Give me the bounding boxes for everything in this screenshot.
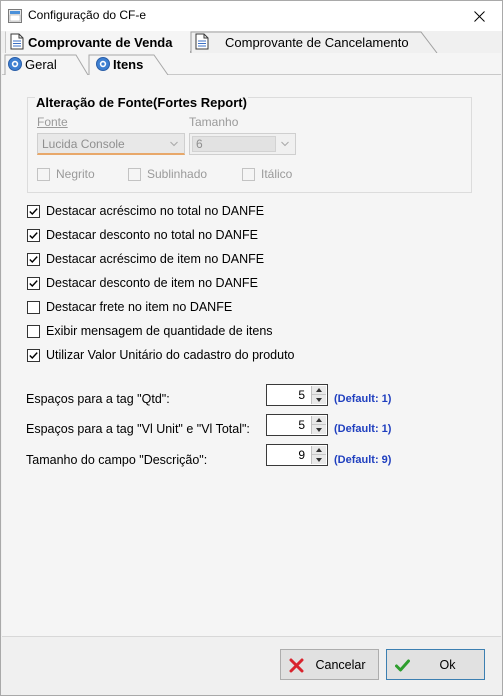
checkbox-box [37,167,50,181]
sublinhado-label: Sublinhado [147,167,208,181]
check-icon [29,231,38,239]
italico-checkbox[interactable]: Itálico [242,167,292,181]
tab-comprovante-cancelamento[interactable]: Comprovante de Cancelamento [191,31,437,53]
option-label: Exibir mensagem de quantidade de itens [46,324,273,338]
italico-label: Itálico [261,167,293,181]
close-button[interactable] [456,1,502,31]
option-destacar-acrescimo-total[interactable]: Destacar acréscimo no total no DANFE [27,204,264,218]
itens-panel: Alteração de Fonte(Fortes Report) Fonte … [2,75,501,637]
ok-label: Ok [439,657,456,672]
cancel-label: Cancelar [315,657,366,672]
arrow-down-icon [316,457,322,462]
option-destacar-acrescimo-item[interactable]: Destacar acréscimo de item no DANFE [27,252,264,266]
subtab-label: Itens [113,57,144,72]
subtab-geral[interactable]: Geral [4,54,86,75]
ok-button[interactable]: Ok [386,649,485,680]
negrito-checkbox[interactable]: Negrito [37,167,95,181]
spinner-buttons [311,446,326,464]
option-destacar-desconto-total[interactable]: Destacar desconto no total no DANFE [27,228,258,242]
option-label: Destacar frete no item no DANFE [46,300,233,314]
negrito-label: Negrito [56,167,95,181]
check-icon [29,279,38,287]
cancel-button[interactable]: Cancelar [280,649,379,680]
tab-comprovante-venda[interactable]: Comprovante de Venda [6,31,190,53]
check-icon [29,255,38,263]
subtab-label: Geral [25,57,57,72]
checkbox-box [27,228,40,242]
qtd-spinner[interactable]: 5 [266,384,328,406]
checkbox-box [27,276,40,290]
option-exibir-mensagem-quantidade[interactable]: Exibir mensagem de quantidade de itens [27,324,273,338]
option-destacar-desconto-item[interactable]: Destacar desconto de item no DANFE [27,276,258,290]
option-utilizar-valor-unitario[interactable]: Utilizar Valor Unitário do cadastro do p… [27,348,295,362]
spinner-buttons [311,386,326,404]
option-destacar-frete-item[interactable]: Destacar frete no item no DANFE [27,300,232,314]
fonte-select[interactable]: Lucida Console [37,133,185,155]
tamanho-select[interactable]: 6 [189,133,296,155]
arrow-down-icon [316,427,322,432]
spin-label-vl-unit: Espaços para a tag "Vl Unit" e "Vl Total… [26,422,250,436]
option-label: Destacar desconto de item no DANFE [46,276,258,290]
spinner-buttons [311,416,326,434]
default-hint-vl-unit: (Default: 1) [334,423,392,435]
spin-down-button[interactable] [312,395,326,404]
tamanho-value-box: 6 [192,136,276,152]
sub-tab-strip: Geral Itens [2,53,501,75]
sublinhado-checkbox[interactable]: Sublinhado [128,167,207,181]
spin-label-qtd: Espaços para a tag "Qtd": [26,392,170,406]
descricao-spinner[interactable]: 9 [266,444,328,466]
checkbox-box [27,324,40,338]
checkbox-box [128,167,141,181]
font-groupbox: Alteração de Fonte(Fortes Report) Fonte … [27,95,472,193]
spin-up-button[interactable] [312,446,326,455]
arrow-up-icon [316,448,322,452]
dialog-footer: Cancelar Ok [2,637,501,695]
checkbox-box [27,300,40,314]
check-icon [29,351,38,359]
dialog-window: Configuração do CF-e Comprovante de Vend… [0,0,503,696]
tamanho-value: 6 [196,137,203,151]
option-label: Utilizar Valor Unitário do cadastro do p… [46,348,295,362]
option-label: Destacar acréscimo de item no DANFE [46,252,265,266]
default-hint-qtd: (Default: 1) [334,393,392,405]
option-label: Destacar desconto no total no DANFE [46,228,258,242]
qtd-value: 5 [298,388,305,402]
subtab-itens[interactable]: Itens [90,54,168,75]
vl-unit-spinner[interactable]: 5 [266,414,328,436]
descricao-value: 9 [298,448,305,462]
close-icon [473,10,485,22]
checkbox-box [27,348,40,362]
option-label: Destacar acréscimo no total no DANFE [46,204,265,218]
chevron-down-icon [170,141,178,147]
check-icon [29,207,38,215]
tab-label: Comprovante de Cancelamento [225,34,409,50]
spin-down-button[interactable] [312,455,326,464]
main-tab-strip: Comprovante de Venda Comprovante de Canc… [1,31,502,53]
checkbox-box [242,167,255,181]
spin-up-button[interactable] [312,386,326,395]
default-hint-descricao: (Default: 9) [334,454,392,466]
spin-down-button[interactable] [312,425,326,434]
checkbox-box [27,204,40,218]
checkbox-box [27,252,40,266]
spin-label-descricao: Tamanho do campo "Descrição": [26,453,208,467]
fonte-value: Lucida Console [42,136,125,151]
group-title: Alteração de Fonte(Fortes Report) [35,95,248,110]
arrow-down-icon [316,397,322,402]
window-title: Configuração do CF-e [28,8,147,22]
arrow-up-icon [316,418,322,422]
tamanho-label: Tamanho [189,115,239,129]
chevron-down-icon [281,141,289,147]
title-bar: Configuração do CF-e [1,1,502,31]
spin-up-button[interactable] [312,416,326,425]
vl-unit-value: 5 [298,418,305,432]
tab-label: Comprovante de Venda [28,34,173,50]
arrow-up-icon [316,388,322,392]
fonte-label: Fonte [37,115,68,129]
app-icon [8,9,22,23]
